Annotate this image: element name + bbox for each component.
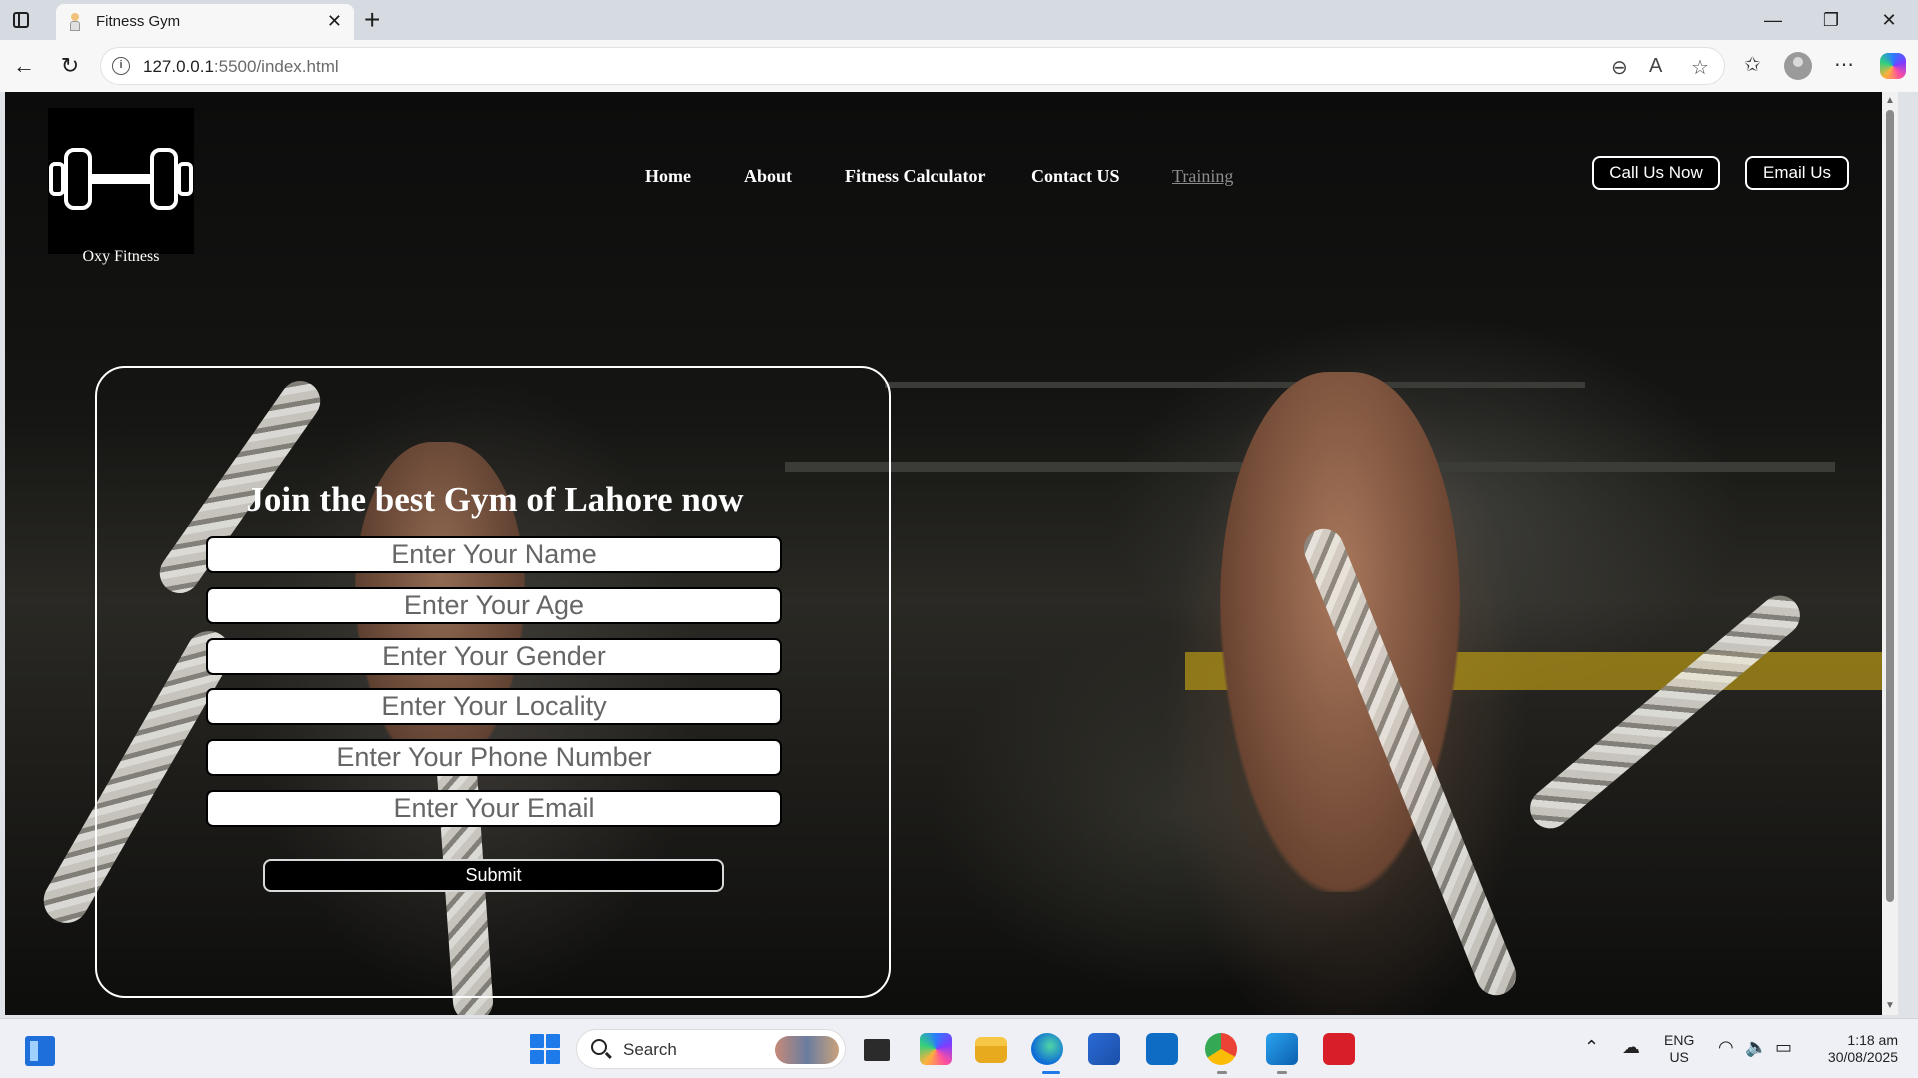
email-us-button[interactable]: Email Us <box>1745 156 1849 190</box>
chrome-icon[interactable] <box>1205 1033 1237 1065</box>
show-hidden-icons-icon[interactable]: ⌃ <box>1584 1037 1599 1058</box>
search-icon <box>591 1039 607 1055</box>
nav-fitness-calculator-link[interactable]: Fitness Calculator <box>845 166 985 187</box>
site-info-icon[interactable]: i <box>112 57 130 75</box>
taskbar-search[interactable]: Search <box>576 1029 846 1069</box>
wifi-icon[interactable]: ◠ <box>1718 1037 1734 1058</box>
age-input[interactable] <box>206 587 782 624</box>
minimize-icon[interactable]: — <box>1744 0 1802 40</box>
store-icon[interactable] <box>1088 1033 1120 1065</box>
site-logo[interactable] <box>48 108 194 254</box>
locality-input[interactable] <box>206 688 782 725</box>
nav-about-link[interactable]: About <box>744 166 792 187</box>
tab-close-icon[interactable]: ✕ <box>327 11 342 32</box>
email-input[interactable] <box>206 790 782 827</box>
edge-icon[interactable] <box>1031 1033 1063 1065</box>
tab-actions-icon[interactable] <box>10 9 32 31</box>
gender-input[interactable] <box>206 638 782 675</box>
vscode-active-indicator <box>1277 1071 1287 1074</box>
new-tab-icon[interactable]: + <box>364 4 380 36</box>
submit-button[interactable]: Submit <box>263 859 724 892</box>
wps-office-icon[interactable] <box>1323 1033 1355 1065</box>
url-host: 127.0.0.1 <box>143 57 214 76</box>
nav-training-link[interactable]: Training <box>1172 166 1233 187</box>
file-explorer-icon[interactable] <box>975 1037 1007 1063</box>
restore-icon[interactable]: ❐ <box>1802 0 1860 40</box>
clock-time: 1:18 am <box>1847 1032 1898 1048</box>
edge-active-indicator <box>1042 1071 1060 1074</box>
refresh-icon[interactable]: ↻ <box>54 50 86 82</box>
logo-caption: Oxy Fitness <box>82 248 160 265</box>
search-label: Search <box>623 1040 677 1059</box>
clock-date: 30/08/2025 <box>1827 1049 1898 1065</box>
windows-start-icon[interactable] <box>530 1034 560 1064</box>
scroll-down-icon[interactable]: ▼ <box>1885 1001 1895 1011</box>
favorites-icon[interactable]: ✩ <box>1744 52 1761 77</box>
copilot-icon[interactable] <box>1880 53 1906 79</box>
scroll-up-icon[interactable]: ▲ <box>1885 96 1895 106</box>
browser-toolbar: ← ↻ i 127.0.0.1:5500/index.html ⊖ A ☆ ✩ … <box>0 40 1918 92</box>
onedrive-icon[interactable]: ☁ <box>1622 1037 1640 1058</box>
task-view-icon[interactable] <box>864 1039 890 1061</box>
back-icon[interactable]: ← <box>8 50 40 82</box>
favorite-star-icon[interactable]: ☆ <box>1691 55 1709 80</box>
page-viewport: Oxy Fitness Home About Fitness Calculato… <box>5 92 1898 1015</box>
language-code: ENG <box>1664 1032 1695 1048</box>
language-indicator[interactable]: ENG US <box>1664 1032 1694 1066</box>
form-heading: Join the best Gym of Lahore now <box>246 480 744 519</box>
window-controls: — ❐ ✕ <box>1744 0 1918 40</box>
chrome-active-indicator <box>1217 1071 1227 1074</box>
browser-title-bar: Fitness Gym ✕ + — ❐ ✕ <box>0 0 1918 40</box>
nav-home-link[interactable]: Home <box>645 166 691 187</box>
join-form-panel: Join the best Gym of Lahore now Submit <box>95 366 891 998</box>
call-us-button[interactable]: Call Us Now <box>1592 156 1720 190</box>
profile-avatar-icon[interactable] <box>1784 52 1812 80</box>
clock[interactable]: 1:18 am 30/08/2025 <box>1816 1032 1898 1066</box>
dumbbell-icon <box>49 148 193 210</box>
zoom-out-icon[interactable]: ⊖ <box>1611 55 1628 80</box>
outlook-icon[interactable] <box>1146 1033 1178 1065</box>
read-aloud-icon[interactable]: A <box>1649 55 1662 78</box>
nav-contact-link[interactable]: Contact US <box>1031 166 1120 187</box>
copilot-app-icon[interactable] <box>920 1033 952 1065</box>
region-code: US <box>1669 1049 1689 1065</box>
taskbar: Search ⌃ ☁ ENG US ◠ 🔈 ▭ 1:18 am 30/08/20… <box>0 1018 1918 1078</box>
search-highlight-image <box>775 1036 839 1064</box>
phone-input[interactable] <box>206 739 782 776</box>
url-path: :5500/index.html <box>213 57 339 76</box>
close-window-icon[interactable]: ✕ <box>1860 0 1918 40</box>
widgets-icon[interactable] <box>25 1036 55 1066</box>
volume-muted-icon[interactable]: 🔈 <box>1745 1037 1767 1058</box>
vscode-icon[interactable] <box>1266 1033 1298 1065</box>
name-input[interactable] <box>206 536 782 573</box>
gym-favicon-icon <box>67 13 83 31</box>
battery-icon[interactable]: ▭ <box>1775 1037 1792 1058</box>
address-bar[interactable]: i 127.0.0.1:5500/index.html ⊖ A ☆ <box>100 47 1725 85</box>
tab-title: Fitness Gym <box>96 13 181 30</box>
page-scrollbar[interactable]: ▲ ▼ <box>1882 92 1898 1015</box>
browser-tab[interactable]: Fitness Gym ✕ <box>56 4 354 40</box>
more-options-icon[interactable]: ⋯ <box>1834 52 1854 77</box>
url-text[interactable]: 127.0.0.1:5500/index.html <box>143 57 339 77</box>
scroll-thumb[interactable] <box>1886 110 1894 902</box>
